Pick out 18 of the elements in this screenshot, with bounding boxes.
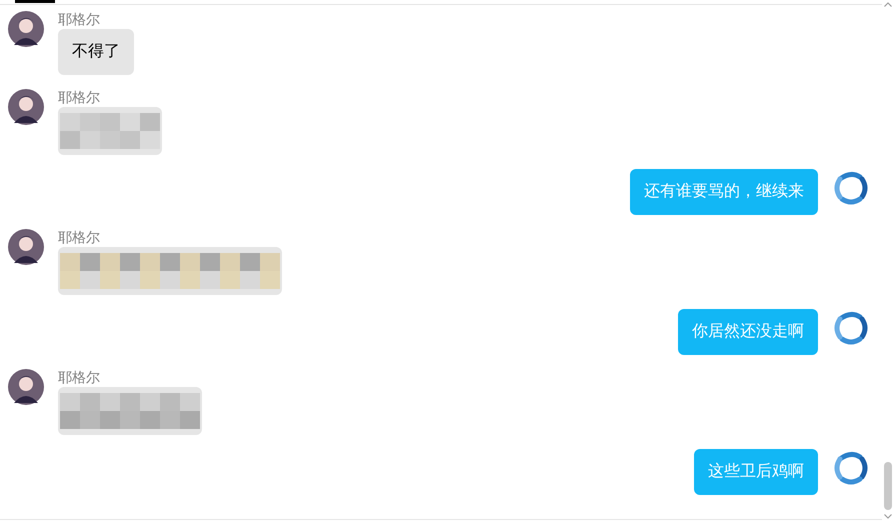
scroll-down-icon[interactable]	[884, 514, 892, 519]
message-bubble: 你居然还没走啊	[678, 309, 818, 355]
avatar-icon	[8, 11, 44, 47]
scroll-up-icon[interactable]	[884, 2, 892, 7]
message-bubble: 不得了	[58, 29, 134, 75]
sender-name: 耶格尔	[58, 229, 100, 245]
message-bubble: 这些卫后鸡啊	[694, 449, 818, 495]
swirl-logo-icon	[832, 169, 870, 207]
avatar-icon	[8, 229, 44, 265]
swirl-logo-icon	[832, 309, 870, 347]
sender-name: 耶格尔	[58, 369, 100, 385]
swirl-logo-icon	[832, 449, 870, 487]
sender-name: 耶格尔	[58, 11, 100, 27]
avatar-icon	[8, 369, 44, 405]
message-bubble: 还有谁要骂的，继续来	[630, 169, 818, 215]
sender-name: 耶格尔	[58, 89, 100, 105]
scroll-thumb[interactable]	[884, 462, 892, 510]
avatar-icon	[8, 89, 44, 125]
